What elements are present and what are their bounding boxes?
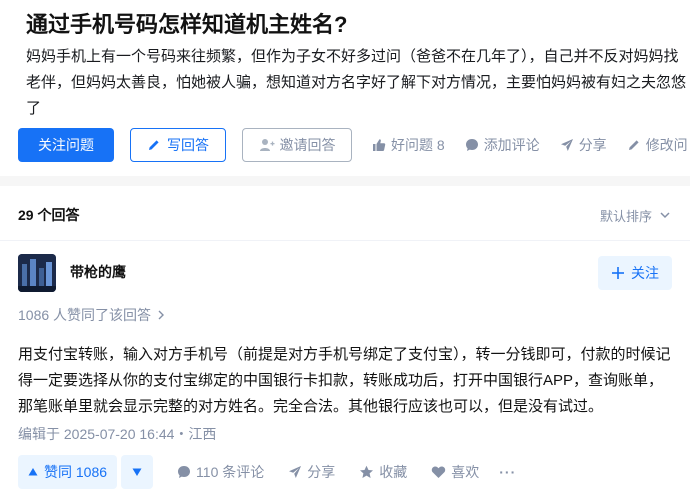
share-icon	[289, 466, 302, 478]
heart-icon	[432, 466, 446, 478]
question-description: 妈妈手机上有一个号码来往频繁，但作为子女不好多过问（爸爸不在几年了），自己并不反…	[26, 48, 687, 117]
like-label: 喜欢	[451, 464, 480, 480]
share-icon	[560, 139, 573, 151]
more-button[interactable]: ···	[499, 464, 516, 480]
good-question-button[interactable]: 好问题 8	[372, 135, 445, 155]
write-answer-button[interactable]: 写回答	[130, 128, 226, 162]
share-question-label: 分享	[578, 137, 607, 153]
add-user-icon	[259, 139, 274, 151]
edited-time[interactable]: 编辑于 2025-07-20 16:44・江西	[18, 424, 216, 444]
thumb-up-icon	[373, 139, 386, 151]
follow-author-label: 关注	[631, 265, 659, 281]
comments-button[interactable]: 110 条评论	[177, 462, 264, 482]
collect-button[interactable]: 收藏	[359, 462, 407, 482]
pencil-icon	[628, 140, 639, 150]
chevron-right-icon	[158, 310, 165, 320]
comment-icon	[178, 466, 191, 478]
question-actions: 关注问题 写回答 邀请回答 好问题 8 添加评论 分享 修改问	[18, 128, 690, 162]
share-question-button[interactable]: 分享	[560, 135, 607, 155]
share-answer-label: 分享	[307, 464, 336, 480]
good-question-label: 好问题 8	[391, 137, 445, 153]
answer-list: 29 个回答 默认排序 带枪的鹰 关注 1086 人赞同了该回答 用支付宝转账，…	[0, 186, 690, 502]
comments-label: 110 条评论	[196, 464, 265, 480]
chevron-down-icon	[660, 212, 670, 219]
write-answer-label: 写回答	[167, 137, 209, 153]
edit-question-button[interactable]: 修改问	[627, 135, 688, 155]
downvote-button[interactable]	[121, 455, 154, 489]
add-comment-label: 添加评论	[483, 137, 540, 153]
edit-question-label: 修改问	[645, 137, 688, 153]
divider	[0, 240, 690, 241]
answer-list-header: 29 个回答 默认排序	[18, 204, 672, 226]
sort-label: 默认排序	[599, 208, 652, 224]
invite-answer-button[interactable]: 邀请回答	[242, 128, 352, 162]
answer-actions: 赞同 1086 110 条评论 分享 收藏 喜欢 ···	[18, 455, 516, 489]
follow-question-button[interactable]: 关注问题	[18, 128, 114, 162]
star-icon	[360, 465, 374, 478]
answer-content: 用支付宝转账，输入对方手机号（前提是对方手机号绑定了支付宝），转一分钱即可，付款…	[18, 346, 671, 415]
vote-summary[interactable]: 1086 人赞同了该回答	[18, 305, 167, 325]
avatar-image	[18, 254, 56, 292]
like-button[interactable]: 喜欢	[431, 462, 479, 482]
section-gap	[0, 176, 690, 186]
answer-count: 29 个回答	[18, 207, 80, 223]
comment-icon	[465, 139, 478, 151]
question-title: 通过手机号码怎样知道机主姓名?	[26, 12, 348, 37]
pencil-icon	[149, 140, 159, 150]
follow-author-button[interactable]: 关注	[598, 256, 672, 290]
share-answer-button[interactable]: 分享	[288, 462, 335, 482]
sort-dropdown[interactable]: 默认排序	[600, 206, 672, 225]
upvote-button[interactable]: 赞同 1086	[18, 455, 118, 489]
question-card: 通过手机号码怎样知道机主姓名? 妈妈手机上有一个号码来往频繁，但作为子女不好多过…	[0, 0, 690, 176]
plus-icon	[612, 267, 624, 279]
add-comment-button[interactable]: 添加评论	[465, 135, 540, 155]
triangle-down-icon	[132, 468, 142, 476]
triangle-up-icon	[28, 468, 38, 476]
author-name[interactable]: 带枪的鹰	[70, 262, 126, 282]
invite-answer-label: 邀请回答	[279, 137, 336, 153]
avatar[interactable]	[18, 254, 56, 292]
vote-summary-label: 1086 人赞同了该回答	[18, 307, 152, 323]
collect-label: 收藏	[379, 464, 408, 480]
upvote-label: 赞同 1086	[44, 464, 108, 480]
